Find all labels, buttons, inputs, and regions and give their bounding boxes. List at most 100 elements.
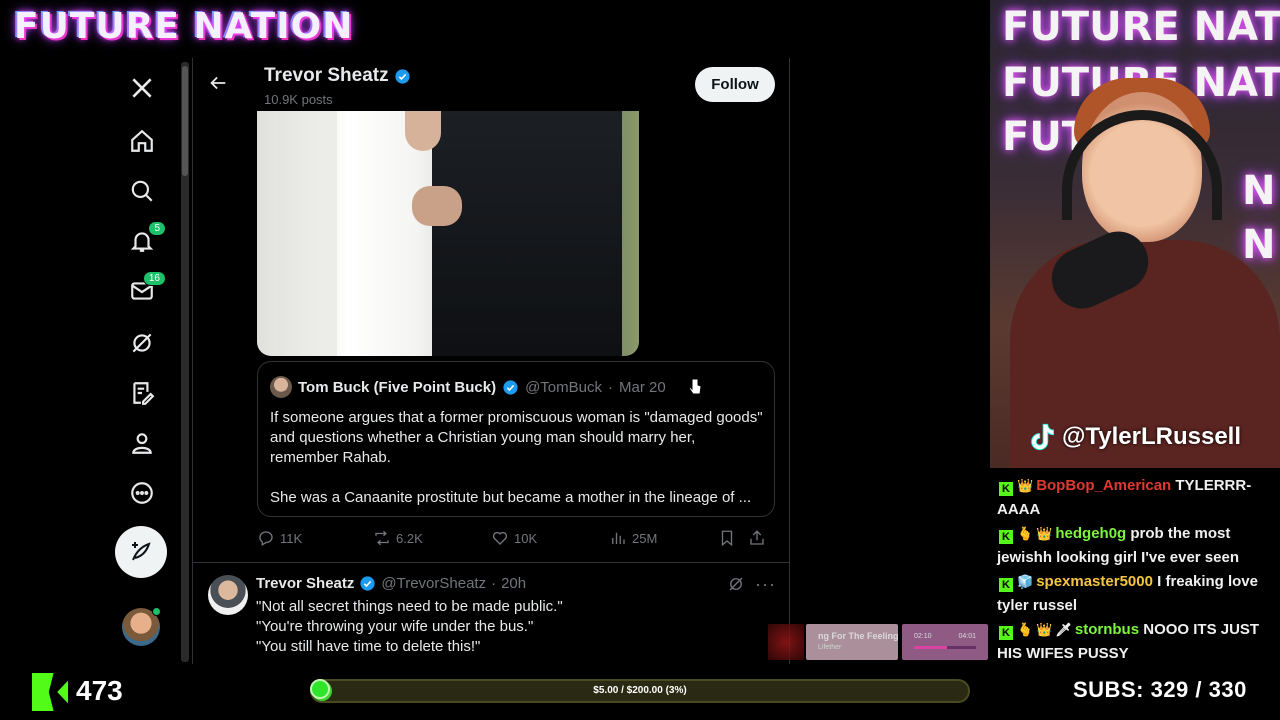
compose-post-button[interactable] — [115, 526, 167, 578]
bookmark-button[interactable] — [718, 529, 736, 547]
crown-badge-icon: 👑 — [1036, 622, 1053, 637]
verified-badge-icon — [360, 576, 375, 591]
chat-username[interactable]: stornbus — [1075, 621, 1139, 638]
like-count: 10K — [514, 530, 538, 546]
profile-timeline: Trevor Sheatz 10.9K posts Follow Tom Buc… — [192, 58, 790, 664]
reply-line: "You still have time to delete this!" — [256, 638, 481, 655]
x-sidebar-nav: 5 16 — [96, 58, 186, 664]
heart-icon — [492, 531, 508, 545]
now-playing-title: ng For The Feeling — [818, 631, 899, 641]
home-icon[interactable] — [124, 123, 160, 159]
quoted-post-date[interactable]: Mar 20 — [619, 379, 666, 396]
kick-badge-icon: K — [999, 482, 1013, 496]
reply-post-text: "Not all secret things need to be made p… — [256, 597, 563, 657]
quoted-author-name[interactable]: Tom Buck (Five Point Buck) — [298, 379, 496, 396]
reply-time-separator: · — [491, 575, 497, 592]
stream-screen: FUTURE NATION 5 16 Trevor Sheatz 10.9K p… — [0, 0, 1280, 720]
reply-author-handle[interactable]: @TrevorSheatz — [381, 575, 486, 592]
webcam-feed: FUTURE NATION FUTURE NATION FUTU N N @Ty… — [990, 0, 1280, 468]
stream-bottom-bar: 473 $5.00 / $200.00 (3%) SUBS: 329 / 330 — [0, 665, 1280, 720]
kick-badge-icon: K — [999, 626, 1013, 640]
x-logo-icon[interactable] — [124, 70, 160, 106]
profile-name-text: Trevor Sheatz — [264, 65, 389, 86]
quoted-post-text: If someone argues that a former promiscu… — [270, 408, 766, 508]
donation-goal-text: $5.00 / $200.00 (3%) — [593, 685, 687, 696]
watermark-line: N — [1242, 222, 1276, 268]
share-icon — [750, 530, 764, 545]
viewer-count: 473 — [76, 675, 123, 706]
tiktok-handle: @TylerLRussell — [1062, 423, 1242, 450]
share-button[interactable] — [748, 529, 766, 547]
tiktok-handle-overlay: @TylerLRussell — [1028, 422, 1241, 452]
chat-username[interactable]: spexmaster5000 — [1036, 573, 1153, 590]
cube-badge-icon: 🧊 — [1017, 574, 1034, 589]
reply-post-time[interactable]: 20h — [501, 575, 526, 592]
follow-button[interactable]: Follow — [695, 67, 775, 102]
more-icon[interactable] — [124, 475, 160, 511]
messages-badge: 16 — [142, 271, 166, 286]
views-icon — [612, 532, 625, 544]
now-playing-progress-panel: 02:10 04:01 — [902, 624, 988, 660]
like-button[interactable]: 10K — [491, 529, 537, 547]
scrollbar-thumb[interactable] — [182, 66, 188, 176]
kick-badge-icon: K — [999, 578, 1013, 592]
crown-badge-icon: 👑 — [1017, 478, 1034, 493]
reply-icon — [259, 531, 273, 546]
sub-goal-label: SUBS: — [1073, 677, 1144, 702]
grok-icon[interactable] — [124, 325, 160, 361]
hand-pointer-cursor-icon — [688, 378, 702, 395]
quoted-author-avatar[interactable] — [270, 376, 292, 398]
reply-button[interactable]: 11K — [257, 529, 302, 547]
quoted-author-handle[interactable]: @TomBuck — [525, 379, 602, 396]
views-button[interactable]: 25M — [609, 529, 657, 547]
watermark-line: FUTURE NATION — [1002, 4, 1280, 50]
now-playing-progress-fill — [914, 646, 948, 649]
kick-logo-icon — [32, 673, 68, 711]
kick-badge-icon: K — [999, 530, 1013, 544]
reply-author-avatar[interactable] — [208, 575, 248, 615]
now-playing-artist: Lifether — [818, 644, 842, 651]
repost-button[interactable]: 6.2K — [373, 529, 423, 547]
gift-badge-icon: 🫰 — [1017, 526, 1034, 541]
chat-message: K 🫰 👑 hedgeh0g prob the most jewishh lookin… — [997, 522, 1274, 570]
reply-post[interactable]: Trevor Sheatz @TrevorSheatz · 20h ··· "N… — [193, 562, 789, 664]
chat-username[interactable]: BopBop_American — [1036, 477, 1171, 494]
bookmark-icon — [721, 530, 733, 547]
now-playing-info: ng For The Feeling Lifether — [806, 624, 899, 660]
quoted-date-separator: · — [608, 378, 613, 396]
profile-icon[interactable] — [124, 425, 160, 461]
lists-icon[interactable] — [124, 375, 160, 411]
search-icon[interactable] — [124, 173, 160, 209]
account-avatar[interactable] — [122, 607, 161, 646]
profile-name: Trevor Sheatz — [264, 65, 411, 87]
chat-username[interactable]: hedgeh0g — [1055, 525, 1126, 542]
chat-message: K 🧊 spexmaster5000 I freaking love tyler r… — [997, 570, 1274, 618]
watermark-line: N — [1242, 168, 1276, 214]
chat-message: K 👑 BopBop_American TYLERRR-AAAA — [997, 474, 1274, 522]
photo-suit-region — [432, 111, 622, 356]
photo-hair-region — [405, 111, 441, 151]
views-count: 25M — [632, 530, 658, 546]
grok-icon[interactable] — [727, 575, 745, 593]
repost-icon — [375, 530, 389, 546]
crown-badge-icon: 👑 — [1036, 526, 1053, 541]
quoted-post-header: Tom Buck (Five Point Buck) @TomBuck · Ma… — [270, 376, 666, 398]
verified-badge-icon — [503, 379, 518, 395]
chat-message: K 🫰 👑 🗡 stornbus NOOO ITS JUST HIS WIFES PUS… — [997, 618, 1274, 666]
reply-post-header: Trevor Sheatz @TrevorSheatz · 20h — [256, 575, 526, 592]
now-playing-total: 04:01 — [958, 633, 976, 640]
quoted-post-paragraph: She was a Canaanite prostitute but becam… — [270, 489, 752, 506]
page-scrollbar[interactable] — [181, 62, 189, 662]
messages-icon[interactable]: 16 — [124, 271, 166, 309]
post-action-bar: 11K 6.2K 10K 25M — [257, 529, 775, 549]
reply-author-name[interactable]: Trevor Sheatz — [256, 575, 354, 592]
notifications-icon[interactable]: 5 — [124, 221, 166, 259]
stream-brand-logo: FUTURE NATION — [14, 6, 354, 47]
more-options-icon[interactable]: ··· — [755, 575, 776, 593]
wedding-photo[interactable] — [257, 111, 639, 356]
now-playing-elapsed: 02:10 — [914, 633, 932, 640]
back-arrow-icon[interactable] — [207, 72, 231, 96]
now-playing-album-art — [768, 624, 804, 660]
repost-count: 6.2K — [396, 530, 423, 546]
stream-chat: K 👑 BopBop_American TYLERRR-AAAA K 🫰 👑 hedgeh… — [990, 470, 1280, 665]
